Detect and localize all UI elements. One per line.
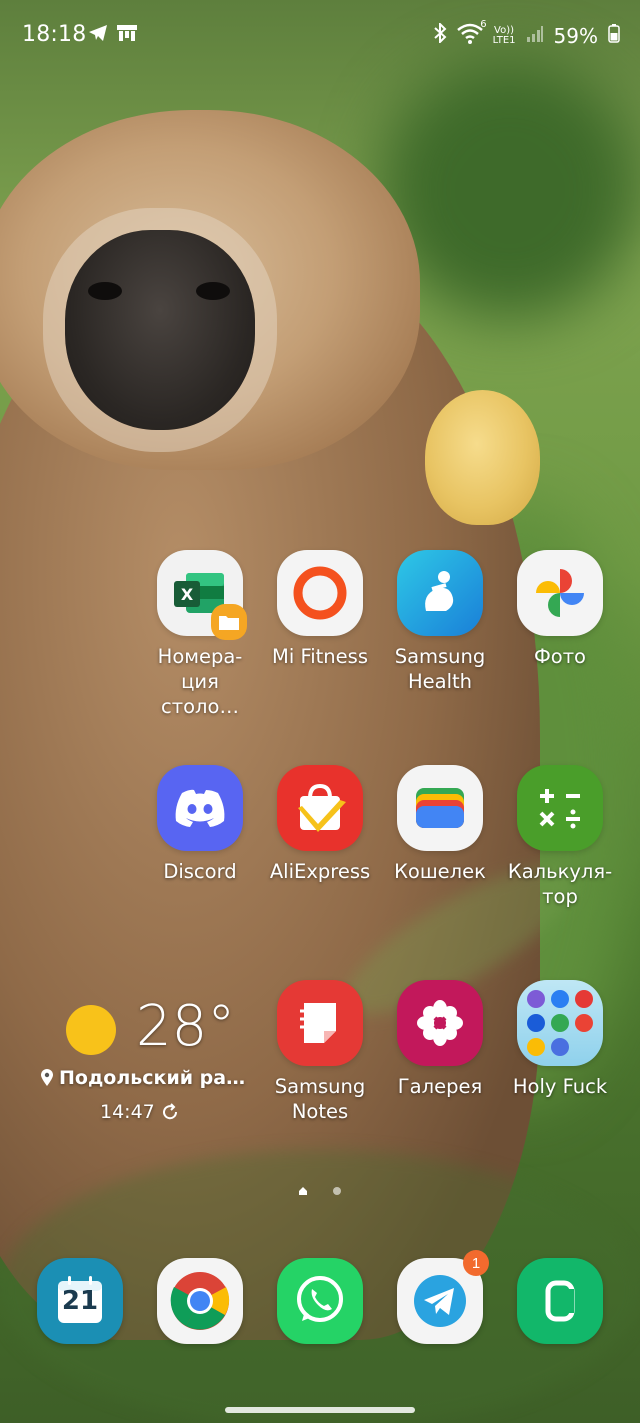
wallet-icon: [397, 765, 483, 851]
app-notification-icon: [116, 24, 138, 46]
app-calculator[interactable]: Калькуля-тор: [500, 765, 620, 909]
app-label: Holy Fuck: [512, 1075, 608, 1098]
lte-label: LTE1: [492, 34, 516, 46]
empty-slot: [575, 1038, 593, 1056]
battery-icon: [608, 23, 620, 48]
wifi-icon: 6: [456, 19, 487, 49]
app-wallet[interactable]: Кошелек: [380, 765, 500, 884]
phone-icon: [545, 1280, 575, 1322]
app-excel-shortcut[interactable]: X Номера-ция столо…: [140, 550, 260, 719]
volte-label: Vo)): [494, 24, 515, 36]
app-folder[interactable]: Holy Fuck: [500, 980, 620, 1099]
app-google-photos[interactable]: Фото: [500, 550, 620, 669]
app-aliexpress[interactable]: AliExpress: [260, 765, 380, 884]
bluetooth-icon: [433, 21, 447, 48]
clock: 18:18: [22, 22, 87, 47]
telegram-icon: [88, 24, 108, 46]
viber-mini-icon: [527, 990, 545, 1008]
youtube-mini-icon: [575, 990, 593, 1008]
settings-mini-icon: [551, 1038, 569, 1056]
temperature: 28°: [136, 994, 236, 1059]
folder-badge-icon: [211, 604, 247, 640]
folder-icon: [517, 980, 603, 1066]
gibbon-eye-left: [88, 282, 122, 300]
home-page-dot-icon: [299, 1187, 307, 1195]
calculator-icon: [517, 765, 603, 851]
updated-time: 14:47: [100, 1101, 155, 1123]
app-samsung-notes[interactable]: Samsung Notes: [260, 980, 380, 1124]
sunny-icon: [66, 1005, 116, 1055]
app-label: Кошелек: [394, 860, 486, 883]
calendar-day: 21: [61, 1286, 99, 1316]
samsung-notes-icon: [277, 980, 363, 1066]
app-label: Samsung Health: [394, 645, 486, 693]
app-label: Samsung Notes: [274, 1075, 366, 1123]
location-pin-icon: [41, 1069, 53, 1086]
gibbon-eye-right: [196, 282, 230, 300]
whatsapp-icon: [297, 1276, 343, 1322]
google-photos-icon: [517, 550, 603, 636]
refresh-icon[interactable]: [161, 1103, 179, 1121]
play-store-mini-icon: [551, 1014, 569, 1032]
mi-fitness-icon: [277, 550, 363, 636]
svg-text:X: X: [181, 585, 194, 604]
app-label: Галерея: [397, 1075, 483, 1098]
gallery-icon: [397, 980, 483, 1066]
discord-icon: [157, 765, 243, 851]
dock-telegram[interactable]: 1: [397, 1250, 489, 1344]
app-samsung-health[interactable]: Samsung Health: [380, 550, 500, 694]
excel-files-icon: X: [157, 550, 247, 640]
page-dot-icon: [333, 1187, 341, 1195]
weather-updated: 14:47: [100, 1101, 179, 1123]
battery-percent: 59%: [553, 23, 598, 48]
signal-icon: [526, 24, 544, 48]
status-bar: 18:18 6 Vo)) LTE1 59%: [0, 0, 640, 72]
dock-whatsapp[interactable]: [277, 1258, 363, 1344]
dock-calendar[interactable]: 21: [37, 1258, 123, 1344]
weather-location: Подольский ра…: [40, 1067, 250, 1089]
wallpaper: [0, 0, 640, 1423]
telegram-icon: [414, 1275, 466, 1327]
gmail-mini-icon: [575, 1014, 593, 1032]
status-right-icons: 6 Vo)) LTE1 59%: [433, 19, 620, 49]
app-label: AliExpress: [269, 860, 371, 883]
google-maps-mini-icon: [527, 1038, 545, 1056]
notification-badge: 1: [463, 1250, 489, 1276]
page-indicator[interactable]: [298, 1186, 342, 1196]
location-name: Подольский ра…: [59, 1067, 246, 1089]
gibbon-face: [65, 230, 255, 430]
dock-chrome[interactable]: [157, 1258, 243, 1344]
messages-mini-icon: [551, 990, 569, 1008]
volte-icon: Vo)) LTE1: [492, 24, 516, 46]
app-gallery[interactable]: Галерея: [380, 980, 500, 1099]
app-discord[interactable]: Discord: [140, 765, 260, 884]
dock-phone[interactable]: [517, 1258, 603, 1344]
maps-alt-mini-icon: [527, 1014, 545, 1032]
samsung-health-icon: [397, 550, 483, 636]
folder-preview-grid: [527, 990, 593, 1056]
app-label: Discord: [163, 860, 237, 883]
gesture-nav-handle[interactable]: [225, 1407, 415, 1413]
app-label: Номера-ция столо…: [157, 645, 243, 718]
chrome-icon: [170, 1272, 230, 1330]
aliexpress-icon: [277, 765, 363, 851]
app-label: Фото: [533, 645, 586, 668]
app-label: Mi Fitness: [272, 645, 368, 668]
app-mi-fitness[interactable]: Mi Fitness: [260, 550, 380, 669]
status-left-icons: [88, 24, 138, 46]
wifi-label: 6: [480, 19, 487, 30]
yellow-rose: [425, 390, 540, 525]
app-label: Калькуля-тор: [507, 860, 613, 908]
